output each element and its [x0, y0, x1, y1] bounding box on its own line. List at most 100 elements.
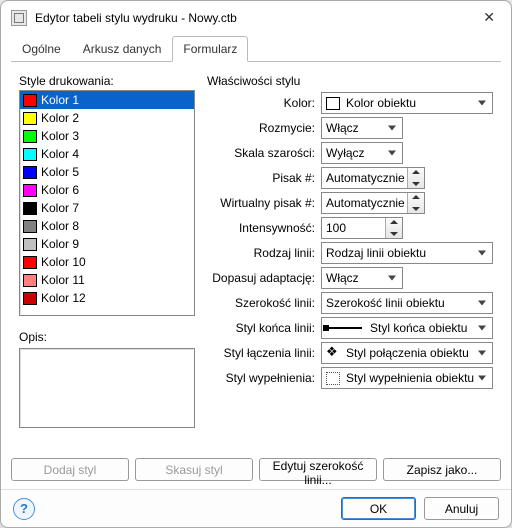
- joinstyle-value: Styl połączenia obiektu: [346, 346, 488, 360]
- color-swatch-icon: [23, 256, 37, 269]
- chevron-up-icon[interactable]: [412, 195, 420, 199]
- lineweight-value: Szerokość linii obiektu: [326, 296, 488, 310]
- virtual-pen-value: Automatycznie: [326, 196, 406, 210]
- linetype-label: Rodzaj linii:: [207, 246, 315, 260]
- list-item-label: Kolor 3: [41, 129, 79, 143]
- virtual-pen-spin[interactable]: Automatycznie: [321, 192, 425, 214]
- dither-combo[interactable]: Włącz: [321, 117, 403, 139]
- tab-data-sheet[interactable]: Arkusz danych: [72, 36, 173, 62]
- list-item[interactable]: Kolor 11: [20, 271, 194, 289]
- list-item[interactable]: Kolor 1: [20, 91, 194, 109]
- fillstyle-combo[interactable]: Styl wypełnienia obiektu: [321, 367, 493, 389]
- save-as-button[interactable]: Zapisz jako...: [383, 458, 501, 481]
- linetype-value: Rodzaj linii obiektu: [326, 246, 488, 260]
- dither-value: Włącz: [326, 121, 398, 135]
- grayscale-label: Skala szarości:: [207, 146, 315, 160]
- list-item-label: Kolor 9: [41, 237, 79, 251]
- virtual-pen-label: Wirtualny pisak #:: [207, 196, 315, 210]
- intensity-spin[interactable]: [321, 217, 403, 239]
- color-swatch-icon: [23, 166, 37, 179]
- list-item[interactable]: Kolor 7: [20, 199, 194, 217]
- tab-general[interactable]: Ogólne: [11, 36, 72, 62]
- line-join-icon: [326, 346, 340, 360]
- list-item[interactable]: Kolor 4: [20, 145, 194, 163]
- chevron-up-icon[interactable]: [412, 170, 420, 174]
- window-title: Edytor tabeli stylu wydruku - Nowy.ctb: [35, 11, 477, 25]
- list-item[interactable]: Kolor 2: [20, 109, 194, 127]
- adaptive-combo[interactable]: Włącz: [321, 267, 403, 289]
- color-swatch-icon: [23, 94, 37, 107]
- dialog-window: Edytor tabeli stylu wydruku - Nowy.ctb ✕…: [0, 0, 512, 528]
- chevron-down-icon[interactable]: [390, 232, 398, 236]
- color-swatch-icon: [23, 202, 37, 215]
- list-item-label: Kolor 1: [41, 93, 79, 107]
- tab-form[interactable]: Formularz: [172, 36, 248, 62]
- close-icon[interactable]: ✕: [477, 7, 501, 28]
- intensity-label: Intensywność:: [207, 221, 315, 235]
- titlebar: Edytor tabeli stylu wydruku - Nowy.ctb ✕: [1, 1, 511, 34]
- color-label: Kolor:: [207, 96, 315, 110]
- linetype-combo[interactable]: Rodzaj linii obiektu: [321, 242, 493, 264]
- properties-rows: Kolor: Kolor obiektu Rozmycie: W: [207, 92, 493, 389]
- color-swatch-icon: [23, 220, 37, 233]
- list-item-label: Kolor 4: [41, 147, 79, 161]
- fillstyle-value: Styl wypełnienia obiektu: [346, 371, 488, 385]
- color-combo[interactable]: Kolor obiektu: [321, 92, 493, 114]
- color-swatch-icon: [23, 238, 37, 251]
- fillstyle-label: Styl wypełnienia:: [207, 371, 315, 385]
- help-icon[interactable]: ?: [13, 498, 35, 520]
- adaptive-value: Włącz: [326, 271, 398, 285]
- list-item[interactable]: Kolor 3: [20, 127, 194, 145]
- grayscale-value: Wyłącz: [326, 146, 398, 160]
- intensity-input[interactable]: [326, 218, 384, 238]
- color-swatch-icon: [23, 148, 37, 161]
- list-item[interactable]: Kolor 10: [20, 253, 194, 271]
- cancel-button[interactable]: Anuluj: [424, 497, 499, 520]
- list-item-label: Kolor 12: [41, 291, 86, 305]
- add-style-button: Dodaj styl: [11, 458, 129, 481]
- description-field[interactable]: [19, 348, 195, 428]
- list-item-label: Kolor 8: [41, 219, 79, 233]
- tab-strip: Ogólne Arkusz danych Formularz: [11, 36, 501, 62]
- endstyle-value: Styl końca obiektu: [370, 321, 488, 335]
- endstyle-combo[interactable]: Styl końca obiektu: [321, 317, 493, 339]
- color-swatch-icon: [23, 274, 37, 287]
- lineweight-label: Szerokość linii:: [207, 296, 315, 310]
- app-icon: [11, 10, 27, 26]
- color-swatch-icon: [23, 184, 37, 197]
- list-item[interactable]: Kolor 5: [20, 163, 194, 181]
- dialog-footer: ? OK Anuluj: [1, 489, 511, 527]
- list-item-label: Kolor 5: [41, 165, 79, 179]
- tab-page-form: Style drukowania: Kolor 1Kolor 2Kolor 3K…: [11, 62, 501, 444]
- plot-styles-list[interactable]: Kolor 1 Kolor 2 Kolor 3 Kolor 4 Kolor 5 Kolor…: [19, 90, 195, 316]
- endstyle-label: Styl końca linii:: [207, 321, 315, 335]
- list-item[interactable]: Kolor 6: [20, 181, 194, 199]
- pen-value: Automatycznie: [326, 171, 406, 185]
- line-end-icon: [326, 327, 362, 329]
- color-value: Kolor obiektu: [346, 96, 488, 110]
- lineweight-combo[interactable]: Szerokość linii obiektu: [321, 292, 493, 314]
- joinstyle-combo[interactable]: Styl połączenia obiektu: [321, 342, 493, 364]
- list-item[interactable]: Kolor 8: [20, 217, 194, 235]
- list-item[interactable]: Kolor 9: [20, 235, 194, 253]
- chevron-down-icon[interactable]: [412, 207, 420, 211]
- list-item-label: Kolor 7: [41, 201, 79, 215]
- edit-lineweights-button[interactable]: Edytuj szerokość linii...: [259, 458, 377, 481]
- client-area: Ogólne Arkusz danych Formularz Style dru…: [1, 34, 511, 489]
- pen-spin[interactable]: Automatycznie: [321, 167, 425, 189]
- list-item-label: Kolor 10: [41, 255, 86, 269]
- list-item-label: Kolor 2: [41, 111, 79, 125]
- fill-style-icon: [326, 372, 340, 385]
- list-item[interactable]: Kolor 12: [20, 289, 194, 307]
- plot-styles-label: Style drukowania:: [19, 74, 195, 88]
- delete-style-button: Skasuj styl: [135, 458, 253, 481]
- description-label: Opis:: [19, 330, 195, 344]
- chevron-down-icon[interactable]: [412, 182, 420, 186]
- chevron-up-icon[interactable]: [390, 220, 398, 224]
- dither-label: Rozmycie:: [207, 121, 315, 135]
- ok-button[interactable]: OK: [341, 497, 416, 520]
- grayscale-combo[interactable]: Wyłącz: [321, 142, 403, 164]
- color-swatch-icon: [23, 292, 37, 305]
- pen-label: Pisak #:: [207, 171, 315, 185]
- properties-header: Właściwości stylu: [207, 74, 493, 88]
